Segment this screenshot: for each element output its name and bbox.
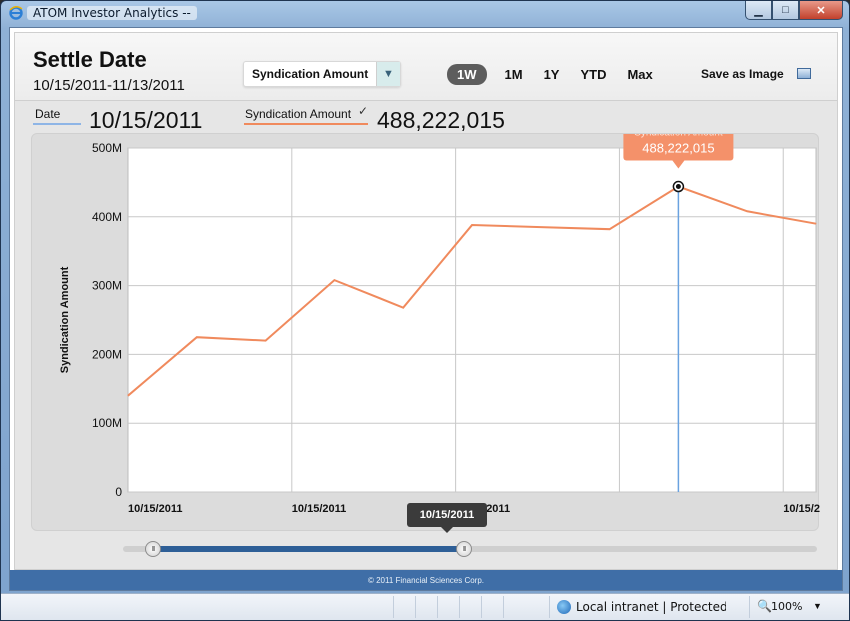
image-icon[interactable] [797,68,811,79]
series-point [815,223,817,225]
y-tick-label: 0 [115,485,122,499]
client-area: Settle Date 10/15/2011-11/13/2011 Syndic… [9,27,843,591]
highlight-point [675,184,681,190]
legend-date-label: Date [35,107,61,121]
browser-window: ATOM Investor Analytics -- ▁ □ ✕ Settle … [0,0,850,621]
series-point [471,224,473,226]
app-header: Settle Date 10/15/2011-11/13/2011 Syndic… [15,33,837,101]
series-point [746,210,748,212]
page-title: Settle Date [33,47,147,72]
status-divider [749,596,750,618]
y-tick-label: 200M [92,347,122,361]
series-point [196,336,198,338]
range-selector: 1W 1M 1Y YTD Max [447,64,674,85]
y-tick-label: 100M [92,416,122,430]
series-point [333,279,335,281]
status-divider [415,596,416,618]
range-ytd-button[interactable]: YTD [580,65,606,84]
status-divider [437,596,438,618]
x-tick-label: 10/15/2011 [128,503,182,515]
range-1y-button[interactable]: 1Y [544,65,560,84]
slider-right-handle[interactable]: III [456,541,473,557]
legend-series-label: Syndication Amount [245,107,352,121]
analytics-app: Settle Date 10/15/2011-11/13/2011 Syndic… [14,32,838,570]
legend-date-swatch [33,123,81,125]
chevron-down-icon[interactable]: ▼ [376,62,400,86]
globe-icon [557,600,571,614]
range-max-button[interactable]: Max [627,65,652,84]
range-1m-button[interactable]: 1M [505,65,523,84]
series-point [609,228,611,230]
range-1w-button[interactable]: 1W [447,64,487,85]
status-bar: Local intranet | Protected Mode: Off 🔍 1… [1,593,849,620]
status-divider [393,596,394,618]
legend-date-value: 10/15/2011 [89,107,203,133]
security-zone[interactable]: Local intranet | Protected Mode: Off [576,600,726,614]
copyright-text: © 2011 Financial Sciences Corp. [367,576,485,585]
metric-select[interactable]: Syndication Amount ▼ [243,61,401,87]
checkmark-icon[interactable]: ✓ [358,104,368,118]
metric-select-label: Syndication Amount [252,67,369,81]
y-tick-label: 500M [92,141,122,155]
series-point [265,340,267,342]
zoom-level[interactable]: 100% [771,600,802,613]
date-range: 10/15/2011-11/13/2011 [33,77,185,94]
status-divider [481,596,482,618]
chart-tooltip-value: 488,222,015 [642,141,714,156]
slider-fill [147,546,465,552]
chart-panel: 0 100M 200M 300M 400M 500M 10/15/2011 10/15/201… [31,133,820,532]
window-controls: ▁ □ ✕ [745,1,843,21]
zoom-icon: 🔍 [757,599,772,613]
line-chart[interactable]: 0 100M 200M 300M 400M 500M 10/15/2011 10/15/201… [32,134,820,532]
x-tick-label: 10/15/2011 [783,503,820,515]
legend-row: Date 10/15/2011 Syndication Amount ✓ 488… [15,101,837,133]
y-tick-label: 300M [92,279,122,293]
series-point [402,307,404,309]
minimize-button[interactable]: ▁ [745,1,772,20]
y-tick-label: 400M [92,210,122,224]
save-as-image-button[interactable]: Save as Image [701,67,784,81]
status-divider [503,596,504,618]
chart-tooltip-title: Syndication Amount [634,134,723,139]
slider-left-handle[interactable]: III [145,541,161,557]
series-point [540,226,542,228]
title-bar[interactable]: ATOM Investor Analytics -- ▁ □ ✕ [1,1,849,27]
ie-logo-icon [9,6,23,20]
legend-series-swatch [244,123,368,125]
chevron-down-icon[interactable]: ▼ [813,601,822,611]
window-title: ATOM Investor Analytics -- [27,6,197,20]
status-divider [459,596,460,618]
status-divider [549,596,550,618]
slider-tooltip: 10/15/2011 [407,503,487,533]
maximize-button[interactable]: □ [772,1,799,20]
close-button[interactable]: ✕ [799,1,843,20]
legend-series-value: 488,222,015 [377,107,505,133]
series-point [127,395,129,397]
x-tick-label: 10/15/2011 [292,503,346,515]
date-range-slider[interactable]: III III [123,541,817,557]
y-axis-label: Syndication Amount [59,266,71,373]
